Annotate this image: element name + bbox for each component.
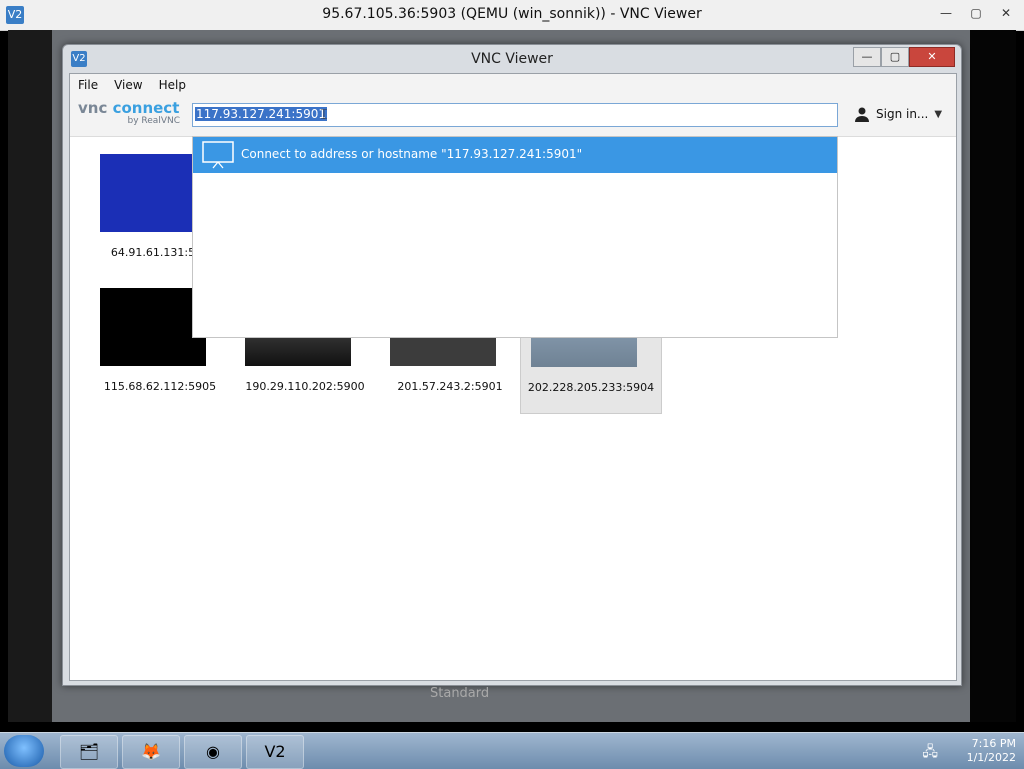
toolbar: vnc connect by RealVNC 117.93.127.241:59… [70,96,956,137]
standard-label: Standard [430,686,490,701]
connect-suggestion-item[interactable]: Connect to address or hostname "117.93.1… [193,137,837,173]
text-cursor-icon: 𝙸 [319,107,329,123]
monitor-icon [202,141,234,169]
connection-label: 202.228.205.233:5904 [527,381,655,394]
maximize-button[interactable]: ▢ [881,47,909,67]
address-suggestions-dropdown: Connect to address or hostname "117.93.1… [192,136,838,338]
close-button[interactable]: ✕ [992,2,1020,24]
connection-label: 115.68.62.112:5905 [103,380,217,393]
connection-thumbnail [100,154,206,232]
system-clock[interactable]: 7:16 PM 1/1/2022 [967,737,1016,765]
connection-label: 201.57.243.2:5901 [397,380,503,393]
address-input[interactable]: 117.93.127.241:5901 𝙸 [192,103,838,127]
vnc-window-title: VNC Viewer [471,51,553,67]
vnc-window-controls: — ▢ ✕ [853,47,955,67]
minimize-button[interactable]: — [932,2,960,24]
connection-label: 190.29.110.202:5900 [245,380,365,393]
sign-in-label: Sign in... [876,107,929,121]
vnc-taskbar-button[interactable]: V2 [246,735,304,769]
menu-bar: File View Help [70,74,956,97]
remote-right-edge [970,30,1016,722]
vnc-titlebar[interactable]: V2 VNC Viewer — ▢ ✕ [63,45,961,73]
chrome-icon: ◉ [206,742,220,761]
chrome-taskbar-button[interactable]: ◉ [184,735,242,769]
menu-file[interactable]: File [70,74,106,96]
vnc-icon: V2 [264,742,286,761]
close-button[interactable]: ✕ [909,47,955,67]
file-explorer-taskbar-button[interactable]: 🗂 [60,735,118,769]
user-icon [855,107,869,122]
host-window: V2 95.67.105.36:5903 (QEMU (win_sonnik))… [0,0,1024,732]
connect-suggestion-label: Connect to address or hostname "117.93.1… [241,147,583,161]
host-window-controls: — ▢ ✕ [932,2,1020,24]
menu-view[interactable]: View [106,74,150,96]
vnc-connect-logo: vnc connect by RealVNC [78,99,180,126]
minimize-button[interactable]: — [853,47,881,67]
folder-icon: 🗂 [78,742,100,761]
vnc-viewer-window: V2 VNC Viewer — ▢ ✕ File View Help vnc c… [62,44,962,686]
taskbar: 🗂 🦊 ◉ V2 🖧 7:16 PM 1/1/2022 [0,732,1024,769]
network-icon[interactable]: 🖧 [922,741,938,765]
connection-thumbnail [100,288,206,366]
menu-help[interactable]: Help [151,74,194,96]
host-window-title: 95.67.105.36:5903 (QEMU (win_sonnik)) - … [322,6,702,22]
chevron-down-icon: ▼ [934,108,943,120]
clock-time: 7:16 PM [971,737,1016,750]
sign-in-button[interactable]: Sign in... ▼ [854,106,942,122]
maximize-button[interactable]: ▢ [962,2,990,24]
vnc-client-area: File View Help vnc connect by RealVNC 11… [69,73,957,681]
remote-left-edge [8,30,52,722]
firefox-icon: 🦊 [141,742,161,761]
start-button[interactable] [4,735,44,767]
firefox-taskbar-button[interactable]: 🦊 [122,735,180,769]
address-text: 117.93.127.241:5901 [195,107,328,121]
clock-date: 1/1/2022 [966,751,1016,764]
host-titlebar: V2 95.67.105.36:5903 (QEMU (win_sonnik))… [0,0,1024,31]
